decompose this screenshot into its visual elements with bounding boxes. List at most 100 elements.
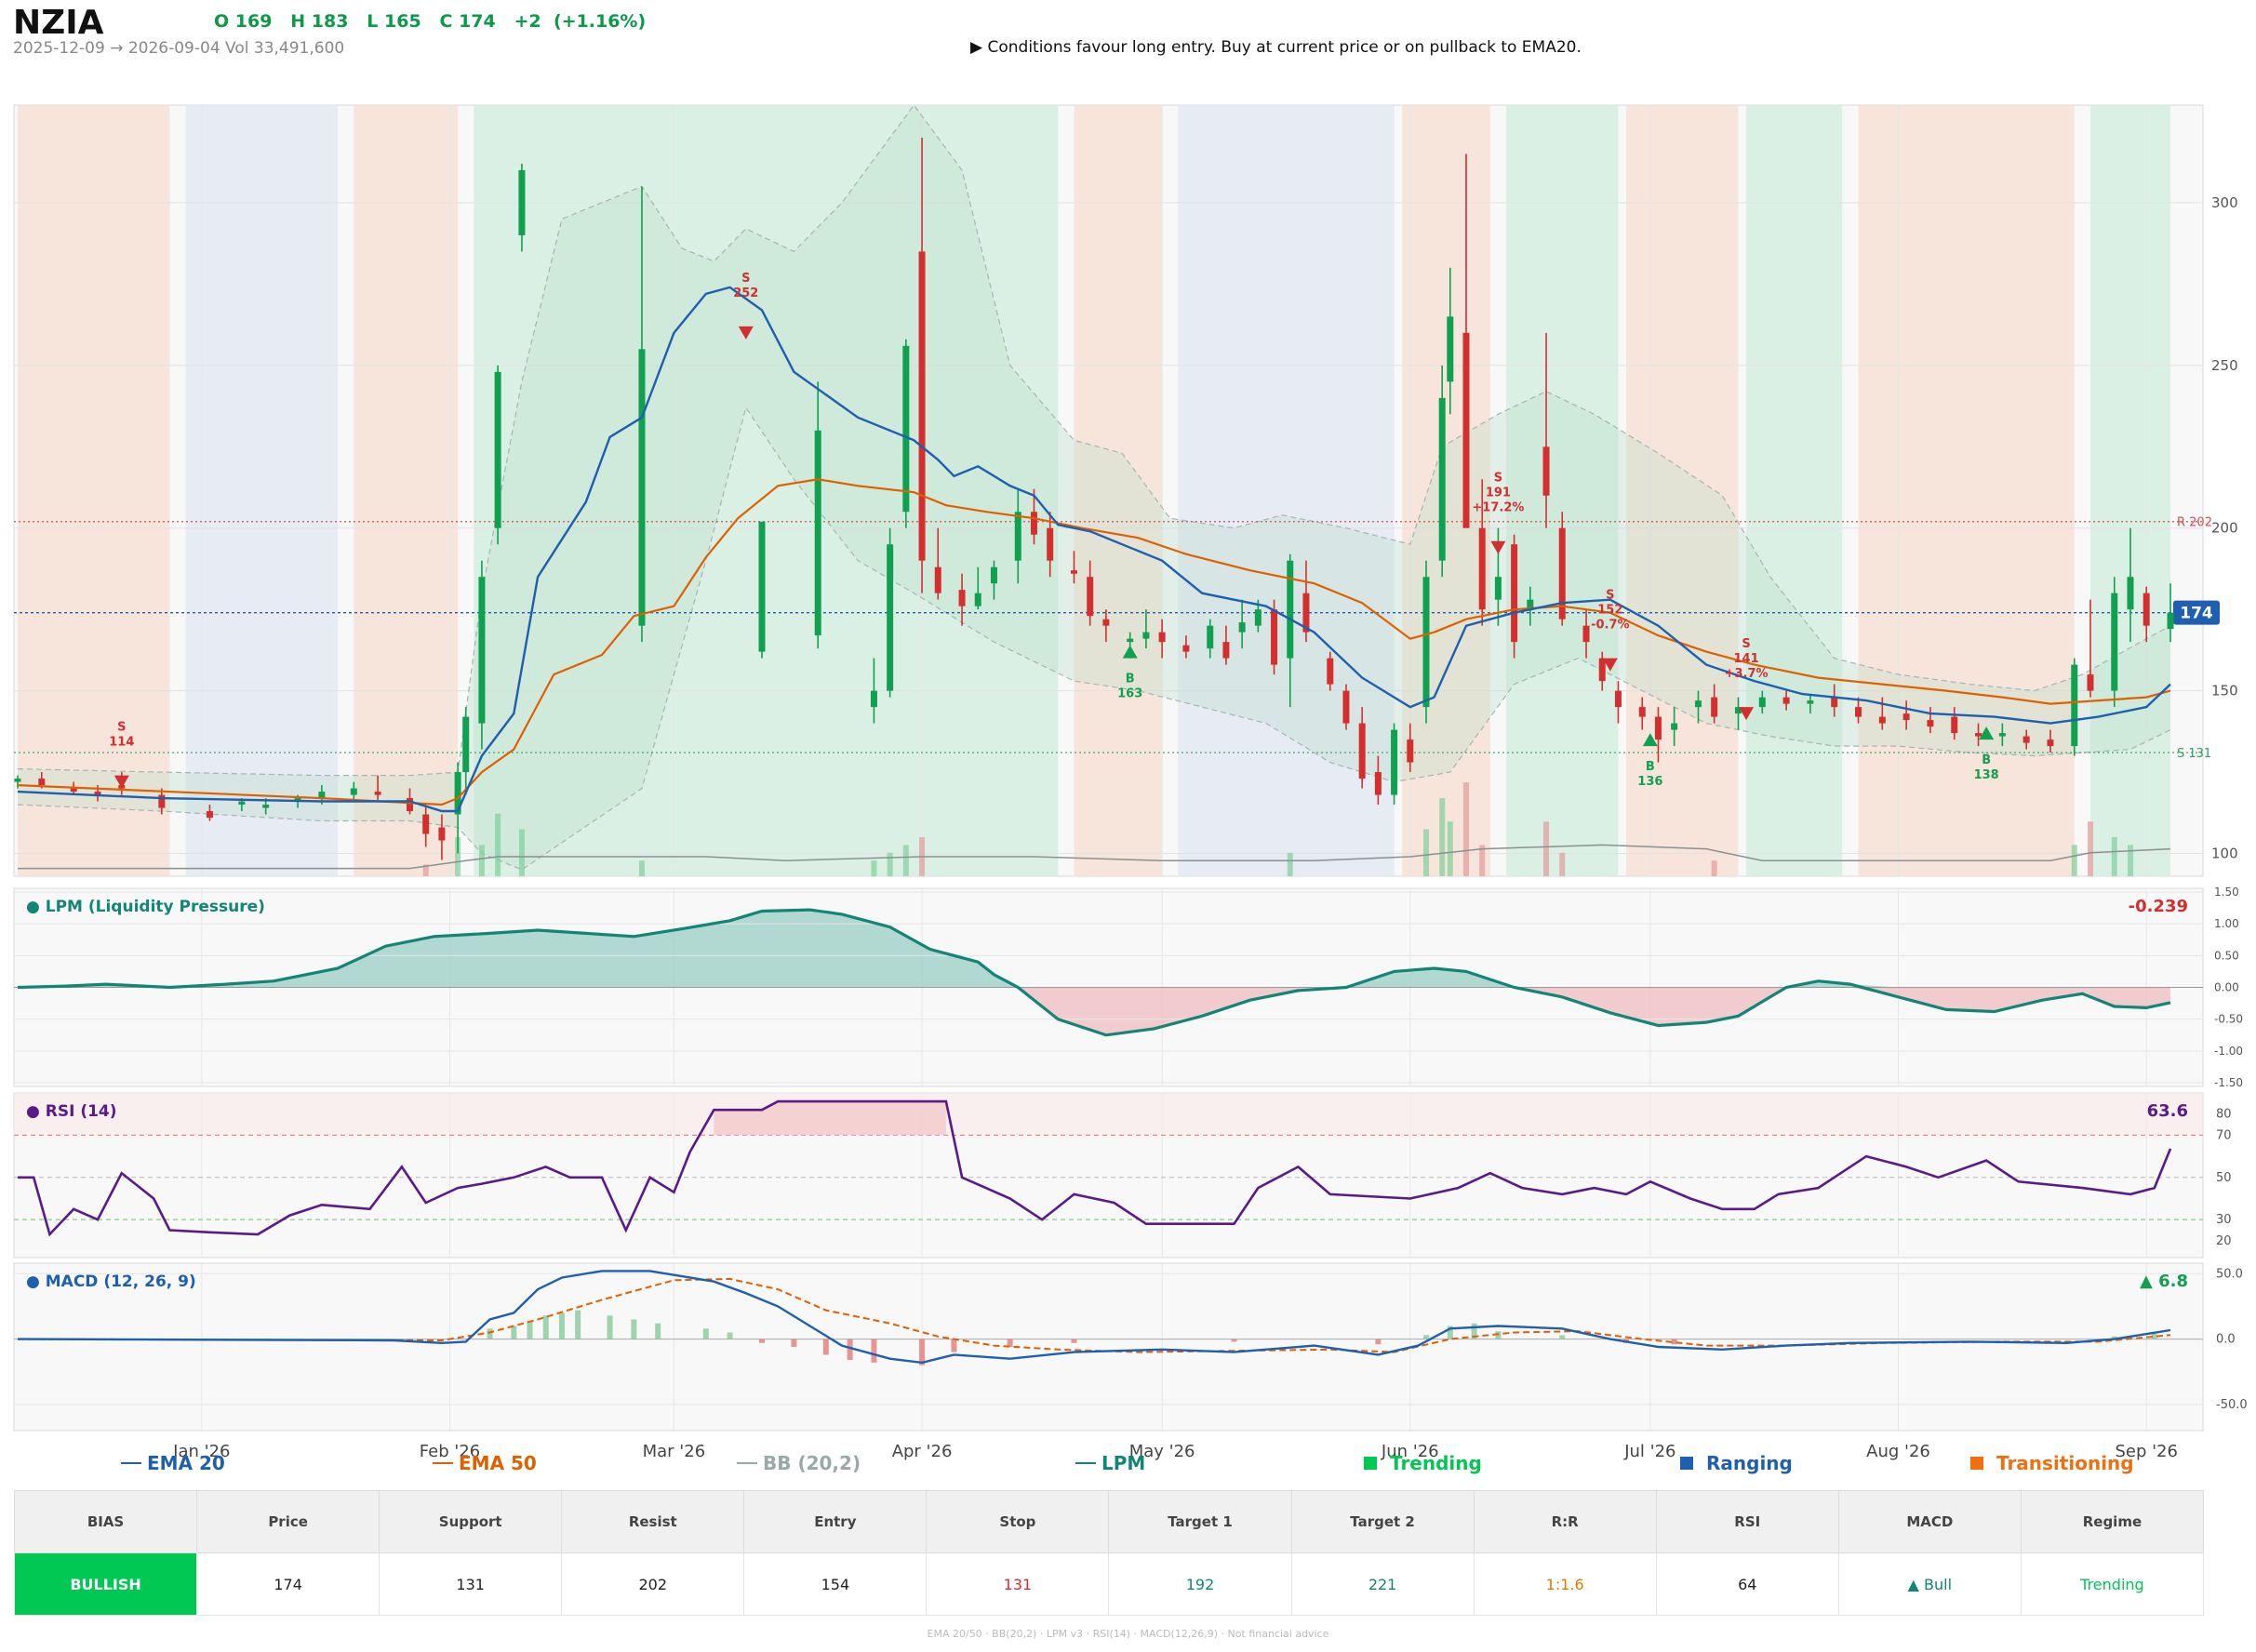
candle-body [407, 798, 414, 812]
candle-body [1047, 527, 1054, 561]
signal-label: 141 [1734, 652, 1759, 666]
macd-histogram-bar [847, 1339, 853, 1361]
candle-body [958, 590, 966, 606]
candle-body [887, 544, 894, 691]
candle-body [1102, 619, 1110, 626]
lpm-tick-label: -1.00 [2214, 1045, 2243, 1058]
candle-body [1998, 733, 2006, 737]
volume-bar [2087, 821, 2093, 876]
signal-label: B [1982, 753, 1991, 767]
candle-body [2047, 739, 2054, 747]
volume-bar [1463, 782, 1470, 876]
signal-label: 138 [1974, 768, 1999, 782]
candle [902, 339, 910, 528]
signal-label: -0.7% [1591, 619, 1629, 633]
regime-band-trending [1746, 105, 1843, 876]
time-tick-label: Apr '26 [892, 1442, 953, 1461]
panel-title: ● RSI (14) [26, 1102, 117, 1121]
table-header-cell: BIAS [13, 1490, 198, 1553]
signal-label: S [117, 721, 126, 735]
signal-label: 136 [1637, 775, 1662, 789]
regime-band-transitioning [1858, 105, 2075, 876]
bias-cell: BULLISH [13, 1552, 198, 1616]
rsi-tick-label: 30 [2216, 1213, 2232, 1227]
signal-label: B [1646, 760, 1655, 774]
panel-value: -0.239 [2129, 897, 2188, 916]
candle-body [1654, 716, 1662, 740]
candle-body [2167, 612, 2174, 630]
price-tick-label: 250 [2211, 357, 2238, 374]
volume-bar [1559, 852, 1566, 876]
signal-label: S [1494, 472, 1502, 486]
macd-tick-label: -50.0 [2216, 1398, 2248, 1412]
macd-histogram-bar [542, 1315, 549, 1339]
trading-chart[interactable]: R 202S 131174 S114S252B163S191+17.2%S152… [0, 0, 2256, 1488]
volume-bar [638, 860, 645, 876]
table-header-cell: Target 1 [1108, 1490, 1292, 1553]
candle-body [1694, 700, 1702, 708]
time-tick-label: Mar '26 [643, 1442, 706, 1461]
candle-body [1238, 622, 1246, 633]
table-header-cell: RSI [1655, 1490, 1839, 1553]
lpm-tick-label: -1.50 [2214, 1076, 2243, 1089]
candle-body [1878, 716, 1886, 724]
legend-label: LPM [1101, 1452, 1145, 1474]
candle-body [1638, 707, 1646, 717]
table-header-cell: Resist [561, 1490, 745, 1553]
macd-histogram-bar [527, 1320, 533, 1339]
candle-body [462, 716, 470, 773]
table-value-cell: 221 [1290, 1552, 1475, 1616]
signal-label: 114 [109, 736, 134, 750]
candle-body [70, 788, 77, 793]
candle [2071, 658, 2078, 756]
candle-body [494, 371, 501, 528]
candle-body [1582, 625, 1590, 643]
table-value-cell: Trending [2020, 1552, 2205, 1616]
table-header-cell: Target 2 [1290, 1490, 1475, 1553]
time-tick-label: Jul '26 [1623, 1442, 1675, 1461]
candle-body [1951, 716, 1958, 734]
legend-item: LPM [1075, 1452, 1145, 1474]
macd-histogram-bar [487, 1328, 493, 1339]
panel-macd [13, 1262, 2204, 1432]
candle-body [206, 811, 213, 819]
legend-label: BB (20,2) [763, 1452, 861, 1474]
table-header-cell: MACD [1837, 1490, 2022, 1553]
signal-label: B [1126, 673, 1135, 686]
candle-body [870, 690, 877, 708]
candle-body [1542, 446, 1550, 496]
candle [758, 521, 766, 659]
signal-label: S [1742, 637, 1750, 651]
regime-band-ranging [185, 105, 339, 876]
resistance-label: R 202 [2177, 516, 2212, 530]
table-header-cell: Price [196, 1490, 380, 1553]
candle-body [1614, 690, 1622, 708]
price-tick-label: 150 [2211, 683, 2238, 699]
panel-value: 63.6 [2147, 1101, 2188, 1121]
support-label: S 131 [2177, 747, 2211, 761]
candle-body [990, 566, 997, 584]
candle-body [1374, 772, 1382, 795]
legend-label: EMA 20 [147, 1452, 225, 1474]
candle-body [1855, 707, 1862, 717]
macd-histogram-bar [871, 1339, 877, 1363]
candle-body [1478, 527, 1486, 610]
rsi-tick-label: 20 [2216, 1234, 2232, 1248]
candle-body [1158, 632, 1166, 643]
table-header-cell: Regime [2020, 1490, 2205, 1553]
legend-label: EMA 50 [459, 1452, 537, 1474]
volume-bar [1543, 821, 1550, 876]
table-value-cell: 131 [379, 1552, 563, 1616]
candle-body [1438, 397, 1446, 561]
volume-bar [902, 845, 909, 876]
table-value-cell: 202 [561, 1552, 745, 1616]
candle-body [1494, 577, 1502, 600]
signal-label: 252 [733, 286, 758, 300]
table-value-cell: 174 [196, 1552, 380, 1616]
macd-histogram-bar [759, 1339, 766, 1343]
table-value-cell: 131 [926, 1552, 1110, 1616]
candle-body [1671, 723, 1678, 730]
candle-body [478, 577, 486, 724]
candle [1391, 723, 1398, 806]
macd-histogram-bar [702, 1328, 709, 1339]
